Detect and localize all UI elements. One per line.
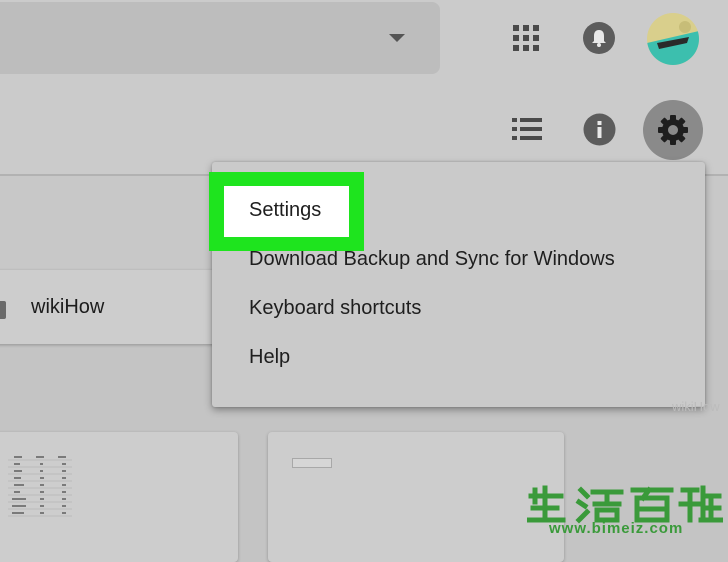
info-icon[interactable]: [583, 113, 616, 146]
search-box[interactable]: [0, 2, 440, 74]
caret-down-icon[interactable]: [389, 34, 405, 42]
file-card[interactable]: [268, 432, 564, 562]
document-thumbnail: [292, 458, 332, 468]
watermark-logo: [526, 484, 724, 524]
file-card[interactable]: [0, 432, 238, 562]
list-view-icon[interactable]: [512, 117, 542, 141]
settings-button[interactable]: [643, 100, 703, 160]
bell-icon[interactable]: [583, 22, 615, 54]
menu-item-download-backup-sync[interactable]: Download Backup and Sync for Windows: [249, 248, 615, 271]
menu-item-keyboard-shortcuts[interactable]: Keyboard shortcuts: [249, 297, 421, 320]
menu-item-settings-label[interactable]: Settings: [249, 199, 321, 222]
spreadsheet-thumbnail: [0, 456, 80, 536]
watermark-url: www.bimeiz.com: [549, 520, 684, 537]
grid-icon[interactable]: [513, 25, 539, 51]
folder-name: wikiHow: [31, 296, 105, 318]
menu-item-help[interactable]: Help: [249, 346, 290, 369]
gear-icon: [657, 114, 689, 146]
avatar[interactable]: [647, 13, 699, 65]
folder-icon: [0, 301, 6, 319]
watermark-faint: wikiHow: [672, 399, 720, 414]
